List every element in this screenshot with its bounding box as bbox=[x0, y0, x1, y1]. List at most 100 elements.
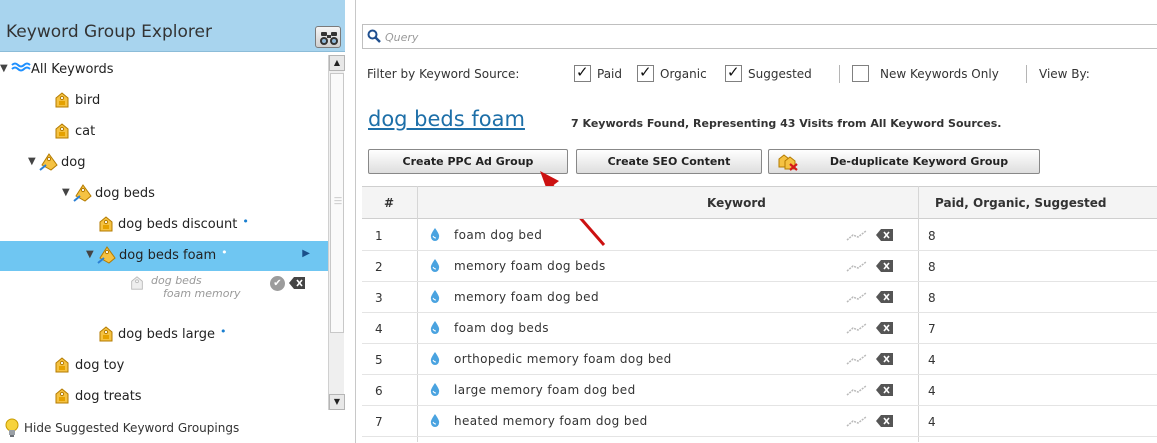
tag-icon bbox=[99, 216, 113, 232]
paid-checkbox[interactable]: ✓ bbox=[574, 63, 591, 82]
trend-icon[interactable] bbox=[846, 384, 868, 396]
new-indicator: • bbox=[221, 246, 228, 259]
keyword-text: memory foam dog bed bbox=[454, 290, 599, 304]
deduplicate-label: De-duplicate Keyword Group bbox=[829, 155, 1009, 168]
trend-icon[interactable] bbox=[846, 415, 868, 427]
divider bbox=[1026, 65, 1027, 83]
scroll-up-button[interactable]: ▲ bbox=[329, 55, 345, 71]
view-by-label: View By: bbox=[1039, 67, 1090, 81]
divider bbox=[839, 65, 840, 83]
table-row[interactable]: 6 large memory foam dog bed 4 bbox=[362, 375, 1157, 406]
tree-item-dog[interactable]: ▼ dog bbox=[0, 148, 328, 178]
trend-icon[interactable] bbox=[846, 260, 868, 272]
accept-icon[interactable]: ✔ bbox=[270, 276, 285, 291]
tree-item-label: dog beds discount bbox=[118, 217, 238, 232]
group-title-link[interactable]: dog beds foam bbox=[368, 107, 525, 131]
source-count: 7 bbox=[928, 322, 936, 336]
query-box[interactable] bbox=[362, 24, 1157, 49]
reject-icon[interactable] bbox=[289, 277, 305, 289]
droplet-icon bbox=[430, 383, 440, 396]
source-count: 4 bbox=[928, 353, 936, 367]
filter-bar: Filter by Keyword Source: ✓ Paid ✓ Organ… bbox=[367, 63, 1157, 85]
tree-item-all-keywords[interactable]: ▼ All Keywords bbox=[0, 55, 328, 85]
tree-item-dog-beds-foam[interactable]: ▼ dog beds foam • ▶ bbox=[0, 241, 328, 271]
keyword-text: large memory foam dog bed bbox=[454, 383, 636, 397]
trend-icon[interactable] bbox=[846, 322, 868, 334]
keyword-group-explorer-panel: Keyword Group Explorer ▼ All Keywords bi… bbox=[0, 0, 356, 443]
table-row[interactable]: 2 memory foam dog beds 8 bbox=[362, 251, 1157, 282]
delete-icon[interactable] bbox=[876, 260, 893, 272]
tags-x-icon bbox=[778, 154, 798, 171]
tree-item-label: bird bbox=[75, 93, 101, 108]
keyword-detail-panel: Filter by Keyword Source: ✓ Paid ✓ Organ… bbox=[362, 0, 1157, 443]
tree-item-bird[interactable]: bird bbox=[0, 86, 328, 116]
expand-arrow-icon[interactable]: ▼ bbox=[86, 249, 94, 260]
tree-item-cat[interactable]: cat bbox=[0, 117, 328, 147]
trend-icon[interactable] bbox=[846, 229, 868, 241]
expand-arrow-icon[interactable]: ▼ bbox=[0, 63, 8, 74]
lightbulb-icon bbox=[5, 418, 19, 437]
waves-icon bbox=[11, 62, 31, 72]
column-header-keyword[interactable]: Keyword bbox=[707, 196, 766, 210]
deduplicate-keyword-group-button[interactable]: De-duplicate Keyword Group bbox=[768, 149, 1040, 174]
tag-icon bbox=[55, 357, 69, 373]
suggested-label: Suggested bbox=[748, 67, 812, 81]
delete-icon[interactable] bbox=[876, 384, 893, 396]
tree-item-label: dog beds large bbox=[118, 327, 215, 342]
delete-icon[interactable] bbox=[876, 322, 893, 334]
trend-icon[interactable] bbox=[846, 291, 868, 303]
droplet-icon bbox=[430, 414, 440, 427]
binoculars-button[interactable] bbox=[315, 26, 341, 48]
hide-suggested-label: Hide Suggested Keyword Groupings bbox=[24, 421, 240, 435]
expand-right-arrow-icon[interactable]: ▶ bbox=[302, 248, 310, 259]
table-header: # Keyword Paid, Organic, Suggested bbox=[362, 186, 1157, 219]
tree-item-label: dog bbox=[61, 155, 86, 170]
suggested-checkbox[interactable]: ✓ bbox=[725, 63, 742, 82]
row-number: 7 bbox=[375, 415, 383, 429]
explorer-header: Keyword Group Explorer bbox=[0, 0, 345, 52]
row-number: 6 bbox=[375, 384, 383, 398]
keyword-text: foam dog beds bbox=[454, 321, 549, 335]
delete-icon[interactable] bbox=[876, 353, 893, 365]
delete-icon[interactable] bbox=[876, 229, 893, 241]
tree-item-dog-beds-large[interactable]: dog beds large • bbox=[0, 320, 328, 350]
tree-scrollbar[interactable]: ▲ — — — ▼ bbox=[328, 55, 345, 410]
organic-checkbox[interactable]: ✓ bbox=[637, 63, 654, 82]
tree-item-dog-beds-discount[interactable]: dog beds discount • bbox=[0, 210, 328, 240]
delete-icon[interactable] bbox=[876, 291, 893, 303]
filter-label: Filter by Keyword Source: bbox=[367, 67, 520, 81]
scroll-thumb[interactable]: — — — bbox=[330, 73, 344, 333]
tag-open-icon bbox=[39, 153, 58, 171]
tree-item-dog-toy[interactable]: dog toy bbox=[0, 351, 328, 381]
keyword-text: heated memory foam dog bed bbox=[454, 414, 648, 428]
new-keywords-only-checkbox[interactable] bbox=[852, 65, 869, 82]
tree-item-label-line2: foam memory bbox=[163, 287, 241, 300]
keyword-group-tree: ▼ All Keywords bird cat ▼ dog ▼ dog beds… bbox=[0, 55, 328, 410]
tree-item-dog-treats[interactable]: dog treats bbox=[0, 382, 328, 410]
table-row[interactable]: 1 foam dog bed 8 bbox=[362, 220, 1157, 251]
tag-open-icon bbox=[73, 184, 92, 202]
droplet-icon bbox=[430, 228, 440, 241]
source-count: 8 bbox=[928, 260, 936, 274]
expand-arrow-icon[interactable]: ▼ bbox=[28, 156, 36, 167]
tree-item-label-line1: dog beds bbox=[151, 274, 202, 287]
scroll-down-button[interactable]: ▼ bbox=[329, 394, 345, 410]
column-header-number[interactable]: # bbox=[384, 196, 394, 210]
table-row[interactable]: 4 foam dog beds 7 bbox=[362, 313, 1157, 344]
column-header-sources[interactable]: Paid, Organic, Suggested bbox=[935, 196, 1106, 210]
source-count: 4 bbox=[928, 415, 936, 429]
query-input[interactable] bbox=[385, 28, 1145, 46]
keyword-text: orthopedic memory foam dog bed bbox=[454, 352, 672, 366]
tree-item-dog-beds[interactable]: ▼ dog beds bbox=[0, 179, 328, 209]
delete-icon[interactable] bbox=[876, 415, 893, 427]
table-row[interactable]: 3 memory foam dog bed 8 bbox=[362, 282, 1157, 313]
tree-item-label: All Keywords bbox=[31, 62, 114, 77]
table-row[interactable]: 7 heated memory foam dog bed 4 bbox=[362, 406, 1157, 437]
row-number: 3 bbox=[375, 291, 383, 305]
trend-icon[interactable] bbox=[846, 353, 868, 365]
explorer-title: Keyword Group Explorer bbox=[6, 22, 212, 42]
table-row[interactable]: 5 orthopedic memory foam dog bed 4 bbox=[362, 344, 1157, 375]
tree-item-suggested-dog-beds-foam-memory[interactable]: dog beds foam memory ✔ bbox=[0, 272, 328, 308]
tag-icon bbox=[55, 388, 69, 404]
expand-arrow-icon[interactable]: ▼ bbox=[62, 187, 70, 198]
